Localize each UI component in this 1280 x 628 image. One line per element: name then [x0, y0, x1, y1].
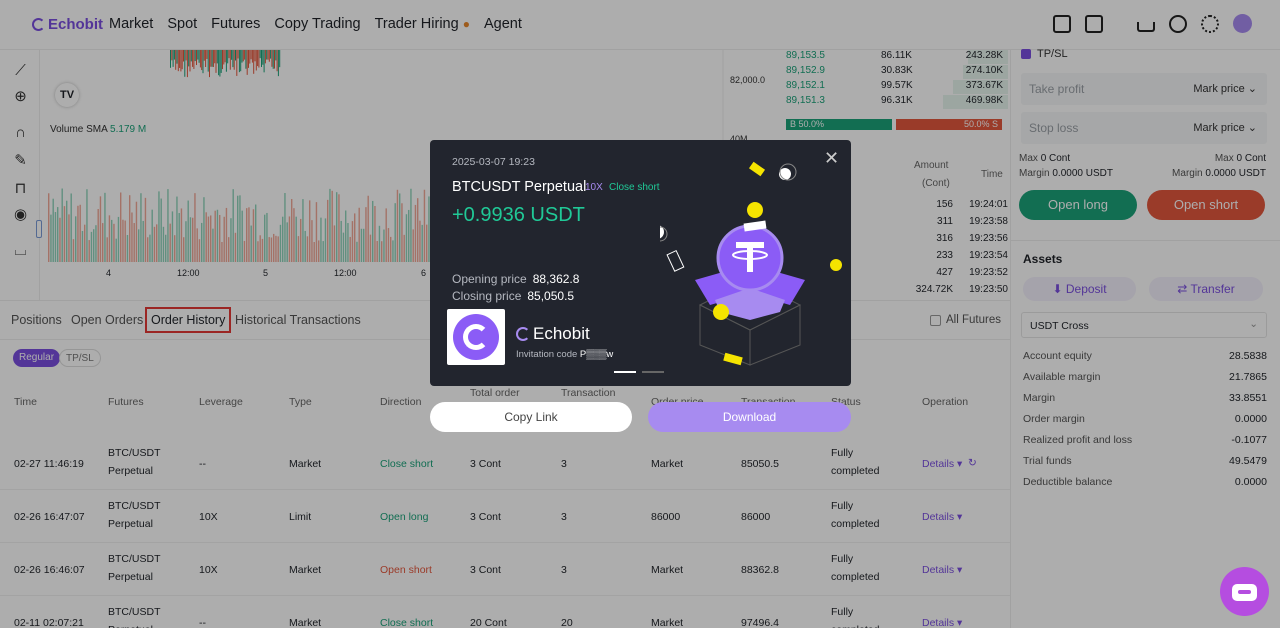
carousel-dots — [614, 371, 664, 373]
chat-icon — [1232, 584, 1257, 601]
opening-price-value: 88,362.8 — [532, 272, 580, 286]
opening-price: Opening price 88,362.8 — [452, 272, 579, 286]
modal-brand: Echobit — [516, 324, 590, 344]
trade-date: 2025-03-07 19:23 — [452, 156, 535, 168]
download-button[interactable]: Download — [648, 402, 851, 432]
closing-price-label: Closing price — [452, 289, 522, 303]
tether-box-illustration — [660, 161, 842, 366]
logo-icon — [516, 327, 530, 341]
carousel-dot[interactable] — [614, 371, 636, 373]
close-icon[interactable]: ✕ — [824, 148, 839, 169]
invitation-code: Invitation code P▒▒▒w — [516, 349, 613, 360]
invitation-label: Invitation code — [516, 349, 578, 360]
leverage-badge: 10X — [585, 182, 603, 193]
invitation-value: P▒▒▒w — [579, 349, 614, 360]
pnl-value: +0.9936 USDT — [452, 204, 585, 226]
closing-price-value: 85,050.5 — [527, 289, 575, 303]
share-pnl-modal: 2025-03-07 19:23 BTCUSDT Perpetual 10X C… — [430, 140, 851, 386]
contract-title: BTCUSDT Perpetual — [452, 179, 587, 195]
copy-link-button[interactable]: Copy Link — [430, 402, 632, 432]
support-chat-button[interactable] — [1220, 567, 1269, 616]
direction-badge: Close short — [609, 182, 660, 193]
carousel-dot[interactable] — [642, 371, 664, 373]
modal-brand-name: Echobit — [533, 324, 590, 343]
invitation-qr — [447, 309, 505, 365]
opening-price-label: Opening price — [452, 272, 527, 286]
closing-price: Closing price 85,050.5 — [452, 289, 574, 303]
